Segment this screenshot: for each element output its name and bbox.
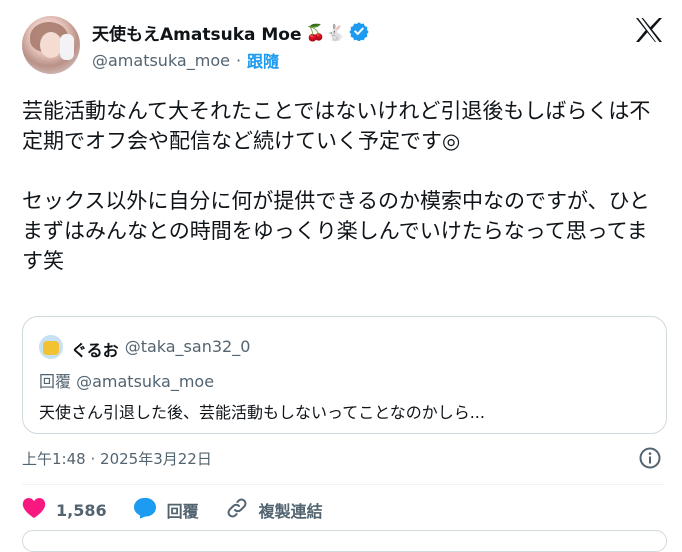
- reply-button[interactable]: 回覆: [133, 497, 199, 523]
- quoted-reply-prefix: 回覆: [39, 372, 72, 391]
- link-icon: [225, 496, 249, 524]
- author-avatar[interactable]: [22, 16, 80, 74]
- quoted-author-row: ぐるお @taka_san32_0: [71, 337, 250, 361]
- verified-badge-icon: [349, 21, 370, 45]
- author-handle[interactable]: @amatsuka_moe: [92, 51, 230, 70]
- author-name-row: 天使もえAmatsuka Moe 🍒🐇: [92, 20, 370, 45]
- copy-link-label: 複製連結: [258, 502, 323, 521]
- copy-link-button[interactable]: 複製連結: [225, 496, 323, 524]
- quoted-reply-mention[interactable]: @amatsuka_moe: [76, 372, 214, 391]
- timestamp-separator: ·: [90, 450, 96, 468]
- name-emojis: 🍒🐇: [305, 23, 346, 42]
- x-logo-icon[interactable]: [634, 16, 664, 48]
- handle-separator: ·: [235, 50, 242, 70]
- quoted-author-handle: @taka_san32_0: [124, 337, 251, 356]
- quoted-tweet-text: 天使さん引退した後、芸能活動もしないってことなのかしら...: [39, 403, 485, 422]
- reply-bubble-icon: [133, 497, 157, 523]
- reply-label: 回覆: [166, 502, 199, 521]
- heart-icon: [22, 497, 46, 523]
- tweet-timestamp[interactable]: 上午1:48 · 2025年3月22日: [22, 448, 212, 469]
- author-display-name[interactable]: 天使もえAmatsuka Moe: [92, 20, 302, 45]
- quoted-author-avatar: [39, 335, 63, 359]
- read-replies-box[interactable]: [22, 530, 667, 552]
- like-button[interactable]: 1,586: [22, 497, 107, 523]
- tweet-text: 芸能活動なんて大それたことではないけれど引退後もしばらくは不定期でオフ会や配信な…: [22, 99, 651, 273]
- author-handle-row: @amatsuka_moe · 跟隨: [92, 48, 279, 72]
- tweet-date: 2025年3月22日: [100, 450, 212, 468]
- quoted-tweet-card[interactable]: ぐるお @taka_san32_0 回覆 @amatsuka_moe 天使さん引…: [22, 316, 667, 434]
- quoted-author-name: ぐるお: [71, 341, 119, 360]
- divider: [22, 484, 665, 485]
- quoted-reply-context: 回覆 @amatsuka_moe: [39, 368, 214, 392]
- follow-button[interactable]: 跟隨: [247, 48, 279, 72]
- action-bar: 1,586 回覆 複製連結: [22, 496, 349, 524]
- like-count: 1,586: [56, 500, 107, 520]
- info-icon[interactable]: [638, 446, 662, 474]
- tweet-time: 上午1:48: [22, 450, 86, 468]
